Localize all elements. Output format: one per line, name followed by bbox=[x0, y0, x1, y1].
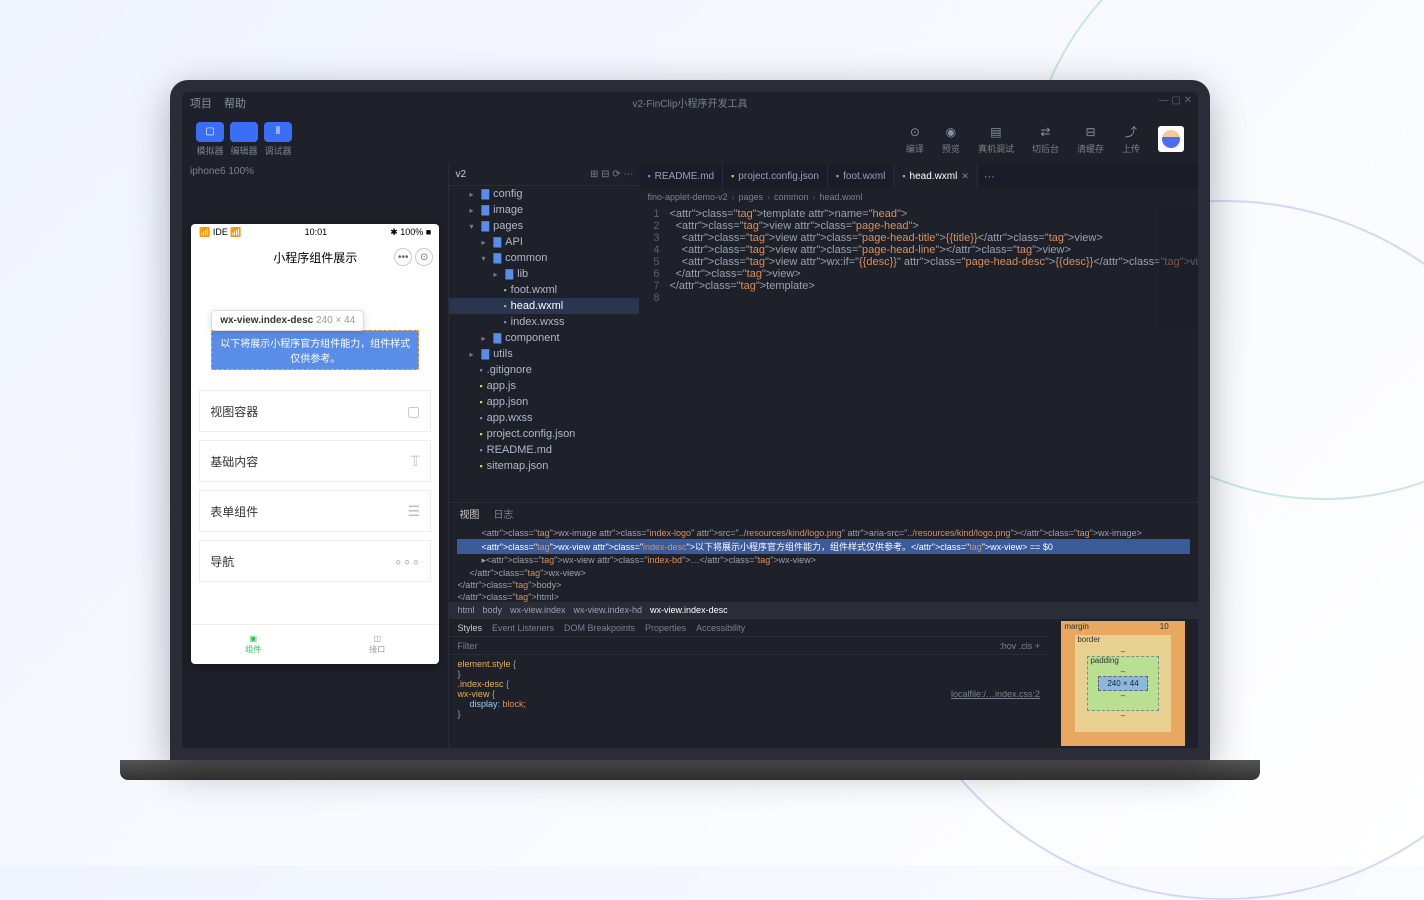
editor-tab[interactable]: ▪project.config.json bbox=[723, 164, 828, 188]
toolbar-action[interactable]: ◉预览 bbox=[942, 124, 960, 155]
menubar: 项目 帮助 v2-FinClip小程序开发工具 — ▢ ✕ bbox=[182, 92, 1198, 114]
folder-item[interactable]: ▾▇common bbox=[449, 250, 639, 266]
explorer-toolbar[interactable]: ⊞ ⊟ ⟳ ⋯ bbox=[590, 169, 633, 180]
toolbar-action[interactable]: ⇄切后台 bbox=[1032, 124, 1059, 155]
css-filter-input[interactable]: Filter bbox=[457, 641, 477, 651]
menu-item[interactable]: 帮助 bbox=[224, 95, 246, 111]
list-item[interactable]: 导航∘∘∘ bbox=[199, 540, 431, 582]
folder-item[interactable]: ▸▇API bbox=[449, 234, 639, 250]
phone-simulator[interactable]: 📶 IDE 📶 10:01 ✱ 100% ■ 小程序组件展示 ••• ⊙ bbox=[191, 224, 439, 664]
file-item[interactable]: ▪.gitignore bbox=[449, 362, 639, 378]
window-title: v2-FinClip小程序开发工具 bbox=[632, 95, 747, 110]
editor-tab[interactable]: ▪foot.wxml bbox=[828, 164, 894, 188]
file-item[interactable]: ▪README.md bbox=[449, 442, 639, 458]
devtools-panel[interactable]: 视图 日志 <attr">class="tag">wx-image attr">… bbox=[449, 502, 1198, 748]
file-item[interactable]: ▪index.wxss bbox=[449, 314, 639, 330]
file-item[interactable]: ▪app.js bbox=[449, 378, 639, 394]
toolbar-button[interactable]: ⫴调试器 bbox=[264, 122, 292, 157]
minimap[interactable] bbox=[1158, 206, 1198, 326]
editor-tab[interactable]: ▪head.wxml✕ bbox=[894, 164, 978, 188]
status-left: 📶 IDE 📶 bbox=[199, 227, 241, 238]
status-right: ✱ 100% ■ bbox=[390, 227, 431, 238]
phone-title: 小程序组件展示 bbox=[273, 249, 357, 266]
folder-item[interactable]: ▸▇config bbox=[449, 186, 639, 202]
code-editor[interactable]: ▪README.md▪project.config.json▪foot.wxml… bbox=[639, 164, 1198, 502]
devtools-tab[interactable]: 视图 bbox=[459, 506, 479, 521]
phone-tab[interactable]: ◫接口 bbox=[315, 625, 439, 664]
simulator-panel: iphone6 100% 📶 IDE 📶 10:01 ✱ 100% ■ 小程序组… bbox=[182, 164, 448, 748]
styles-tab[interactable]: Properties bbox=[645, 623, 686, 633]
dom-breadcrumb[interactable]: htmlbodywx-view.indexwx-view.index-hdwx-… bbox=[449, 602, 1198, 618]
file-item[interactable]: ▪app.json bbox=[449, 394, 639, 410]
app-window: 项目 帮助 v2-FinClip小程序开发工具 — ▢ ✕ ▢模拟器编辑器⫴调试… bbox=[182, 92, 1198, 748]
status-time: 10:01 bbox=[305, 227, 328, 237]
phone-tab[interactable]: ▣组件 bbox=[191, 625, 315, 664]
window-controls[interactable]: — ▢ ✕ bbox=[1159, 95, 1192, 106]
toolbar-button[interactable]: 编辑器 bbox=[230, 122, 258, 157]
dom-tree[interactable]: <attr">class="tag">wx-image attr">class=… bbox=[449, 523, 1198, 602]
avatar[interactable] bbox=[1158, 126, 1184, 152]
styles-tab[interactable]: DOM Breakpoints bbox=[564, 623, 635, 633]
file-item[interactable]: ▪project.config.json bbox=[449, 426, 639, 442]
list-item[interactable]: 视图容器▢ bbox=[199, 390, 431, 432]
file-explorer[interactable]: v2 ⊞ ⊟ ⟳ ⋯ ▸▇config▸▇image▾▇pages▸▇API▾▇… bbox=[449, 164, 639, 502]
styles-tab[interactable]: Event Listeners bbox=[492, 623, 554, 633]
css-filter-toggles[interactable]: :hov .cls + bbox=[999, 641, 1040, 651]
close-icon[interactable]: ⊙ bbox=[415, 248, 433, 266]
toolbar-action[interactable]: ▤真机调试 bbox=[978, 124, 1014, 155]
box-model: 10 – – 240 × 44 – – bbox=[1048, 619, 1198, 748]
simulator-device-info: iphone6 100% bbox=[182, 164, 448, 184]
breadcrumb[interactable]: fino-applet-demo-v2›pages›common›head.wx… bbox=[639, 188, 1198, 206]
editor-tab[interactable]: ▪README.md bbox=[639, 164, 723, 188]
toolbar-action[interactable]: ⊙编译 bbox=[906, 124, 924, 155]
menu-item[interactable]: 项目 bbox=[190, 95, 212, 111]
devtools-tab[interactable]: 日志 bbox=[493, 506, 513, 521]
file-item[interactable]: ▪head.wxml bbox=[449, 298, 639, 314]
folder-item[interactable]: ▸▇utils bbox=[449, 346, 639, 362]
file-item[interactable]: ▪foot.wxml bbox=[449, 282, 639, 298]
file-item[interactable]: ▪app.wxss bbox=[449, 410, 639, 426]
styles-tab[interactable]: Styles bbox=[457, 623, 482, 633]
toolbar-action[interactable]: ⊟清缓存 bbox=[1077, 124, 1104, 155]
folder-item[interactable]: ▸▇image bbox=[449, 202, 639, 218]
inspect-tooltip: wx-view.index-desc 240 × 44 bbox=[211, 310, 364, 331]
toolbar-action[interactable]: ⤴上传 bbox=[1122, 124, 1140, 155]
laptop-frame: 项目 帮助 v2-FinClip小程序开发工具 — ▢ ✕ ▢模拟器编辑器⫴调试… bbox=[170, 80, 1210, 780]
toolbar-button[interactable]: ▢模拟器 bbox=[196, 122, 224, 157]
styles-tab[interactable]: Accessibility bbox=[696, 623, 745, 633]
css-rules[interactable]: element.style {}.index-desc {</span></di… bbox=[449, 655, 1048, 748]
tabs-more-icon[interactable]: ⋯ bbox=[978, 170, 1001, 183]
toolbar: ▢模拟器编辑器⫴调试器 ⊙编译 ◉预览 ▤真机调试 ⇄切后台 ⊟清缓存 ⤴上传 bbox=[182, 114, 1198, 164]
explorer-root: v2 bbox=[455, 169, 466, 180]
folder-item[interactable]: ▸▇component bbox=[449, 330, 639, 346]
folder-item[interactable]: ▾▇pages bbox=[449, 218, 639, 234]
list-item[interactable]: 表单组件☰ bbox=[199, 490, 431, 532]
folder-item[interactable]: ▸▇lib bbox=[449, 266, 639, 282]
more-icon[interactable]: ••• bbox=[394, 248, 412, 266]
list-item[interactable]: 基础内容𝕋 bbox=[199, 440, 431, 482]
inspect-highlight: 以下将展示小程序官方组件能力，组件样式仅供参考。 bbox=[211, 330, 419, 370]
file-item[interactable]: ▪sitemap.json bbox=[449, 458, 639, 474]
